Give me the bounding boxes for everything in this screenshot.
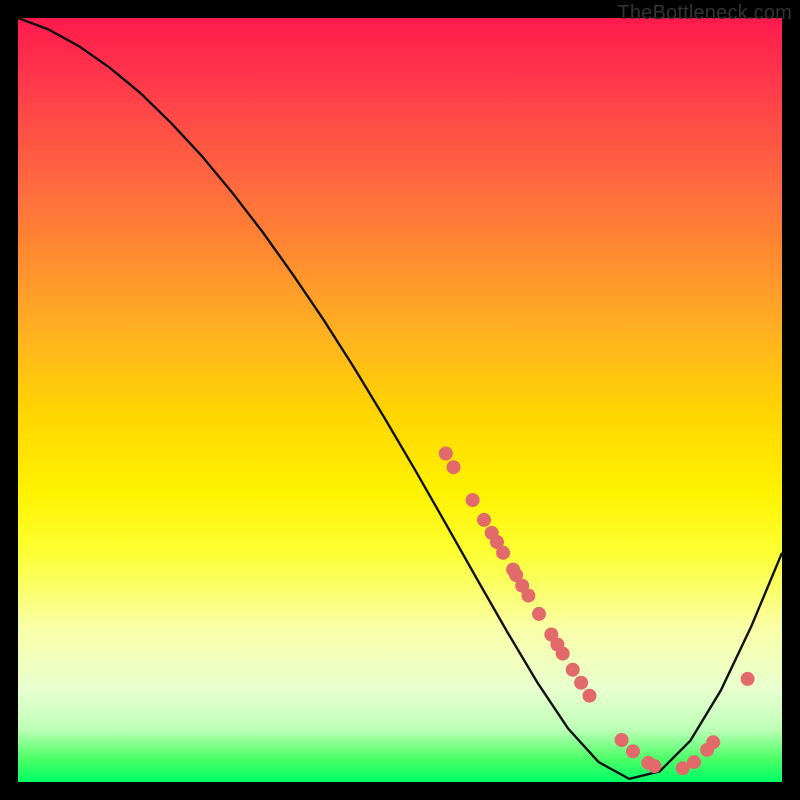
plot-area bbox=[18, 18, 782, 782]
data-points bbox=[439, 447, 755, 776]
data-point bbox=[466, 493, 480, 507]
data-point bbox=[615, 733, 629, 747]
data-point bbox=[496, 546, 510, 560]
data-point bbox=[439, 447, 453, 461]
watermark-text: TheBottleneck.com bbox=[617, 2, 792, 25]
data-point bbox=[741, 672, 755, 686]
data-point bbox=[626, 744, 640, 758]
data-point bbox=[447, 460, 461, 474]
data-point bbox=[687, 755, 701, 769]
data-point bbox=[556, 647, 570, 661]
bottleneck-curve bbox=[18, 18, 782, 779]
data-point bbox=[521, 589, 535, 603]
data-point bbox=[583, 689, 597, 703]
data-point bbox=[647, 759, 661, 773]
data-point bbox=[532, 607, 546, 621]
data-point bbox=[566, 663, 580, 677]
data-point bbox=[706, 735, 720, 749]
data-point bbox=[574, 676, 588, 690]
chart-frame: TheBottleneck.com bbox=[0, 0, 800, 800]
curve-layer bbox=[18, 18, 782, 782]
data-point bbox=[477, 513, 491, 527]
